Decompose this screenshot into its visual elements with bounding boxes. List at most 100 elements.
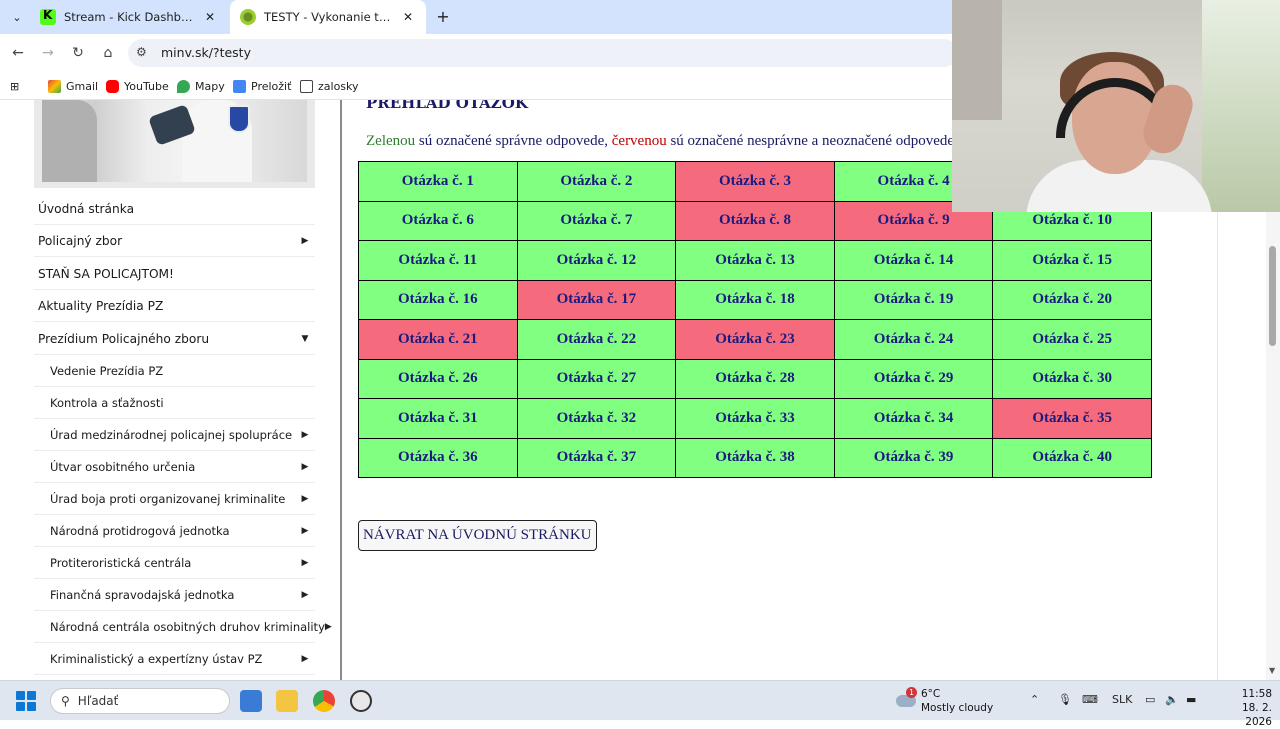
question-cell-2[interactable]: Otázka č. 2 bbox=[516, 161, 677, 202]
address-bar[interactable]: ⚙ minv.sk/?testy bbox=[128, 39, 958, 67]
back-arrow-icon[interactable]: ← bbox=[8, 43, 28, 63]
sidebar-item-narodna-centrala[interactable]: Národná centrála osobitných druhov krimi… bbox=[34, 611, 332, 643]
new-tab-plus-icon[interactable]: + bbox=[432, 6, 454, 28]
back-to-home-button[interactable]: NÁVRAT NA ÚVODNÚ STRÁNKU bbox=[358, 520, 597, 551]
question-cell-7[interactable]: Otázka č. 7 bbox=[516, 200, 677, 241]
question-cell-17[interactable]: Otázka č. 17 bbox=[516, 279, 677, 320]
taskbar-search[interactable]: ⚲ Hľadať bbox=[50, 688, 230, 714]
question-cell-38[interactable]: Otázka č. 38 bbox=[675, 437, 835, 478]
sidebar-item-kriminalisticky-ustav[interactable]: Kriminalistický a expertízny ústav PZ ▶ bbox=[34, 643, 315, 675]
question-cell-6[interactable]: Otázka č. 6 bbox=[358, 200, 518, 241]
bookmark-folder-zalosky[interactable]: zalosky bbox=[300, 77, 359, 95]
question-cell-28[interactable]: Otázka č. 28 bbox=[675, 358, 835, 399]
question-cell-33[interactable]: Otázka č. 33 bbox=[675, 398, 835, 439]
question-cell-24[interactable]: Otázka č. 24 bbox=[833, 319, 994, 360]
chrome-icon[interactable] bbox=[313, 690, 335, 712]
question-cell-30[interactable]: Otázka č. 30 bbox=[992, 358, 1152, 399]
caret-right-icon[interactable]: ▶ bbox=[295, 558, 315, 568]
sidebar-item-prezidium[interactable]: Prezídium Policajného zboru ▼ bbox=[34, 323, 315, 355]
question-cell-31[interactable]: Otázka č. 31 bbox=[358, 398, 518, 439]
scrollbar-thumb[interactable] bbox=[1269, 246, 1276, 346]
question-cell-20[interactable]: Otázka č. 20 bbox=[992, 279, 1152, 320]
microphone-icon[interactable]: 🎙 bbox=[1058, 693, 1072, 706]
sidebar-item-narodna-protidrogova[interactable]: Národná protidrogová jednotka ▶ bbox=[34, 515, 315, 547]
caret-right-icon[interactable]: ▶ bbox=[295, 236, 315, 246]
address-url[interactable]: minv.sk/?testy bbox=[161, 45, 251, 60]
question-cell-15[interactable]: Otázka č. 15 bbox=[992, 240, 1152, 281]
show-hidden-icons-chevron-icon[interactable]: ⌃ bbox=[1030, 693, 1039, 706]
caret-right-icon[interactable]: ▶ bbox=[295, 462, 315, 472]
sidebar-item-policajny-zbor[interactable]: Policajný zbor ▶ bbox=[34, 225, 315, 257]
caret-down-icon[interactable]: ▼ bbox=[295, 334, 315, 344]
youtube-icon bbox=[106, 79, 119, 93]
apps-grid-icon[interactable]: ⊞ bbox=[10, 77, 19, 95]
caret-right-icon[interactable]: ▶ bbox=[295, 430, 315, 440]
tab-search-chevron-icon[interactable]: ⌄ bbox=[6, 6, 28, 28]
site-info-icon[interactable]: ⚙ bbox=[136, 45, 147, 59]
caret-right-icon[interactable]: ▶ bbox=[295, 654, 315, 664]
question-cell-40[interactable]: Otázka č. 40 bbox=[992, 437, 1152, 478]
question-cell-1[interactable]: Otázka č. 1 bbox=[358, 161, 518, 202]
close-tab-icon[interactable]: ✕ bbox=[202, 10, 218, 24]
language-indicator[interactable]: SLK bbox=[1112, 693, 1132, 706]
question-cell-35[interactable]: Otázka č. 35 bbox=[992, 398, 1152, 439]
forward-arrow-icon[interactable]: → bbox=[38, 43, 58, 63]
questions-row: Otázka č. 26 Otázka č. 27 Otázka č. 28 Otáz… bbox=[358, 358, 1152, 399]
question-cell-29[interactable]: Otázka č. 29 bbox=[833, 358, 994, 399]
question-cell-16[interactable]: Otázka č. 16 bbox=[358, 279, 518, 320]
caret-right-icon[interactable]: ▶ bbox=[295, 526, 315, 536]
question-cell-8[interactable]: Otázka č. 8 bbox=[675, 200, 835, 241]
bookmark-prelozit[interactable]: Preložiť bbox=[233, 77, 291, 95]
volume-icon[interactable]: 🔈 bbox=[1165, 693, 1179, 706]
question-cell-13[interactable]: Otázka č. 13 bbox=[675, 240, 835, 281]
question-cell-14[interactable]: Otázka č. 14 bbox=[833, 240, 994, 281]
close-tab-icon[interactable]: ✕ bbox=[400, 10, 416, 24]
sidebar-item-kontrola[interactable]: Kontrola a sťažnosti bbox=[34, 387, 315, 419]
question-cell-11[interactable]: Otázka č. 11 bbox=[358, 240, 518, 281]
question-cell-21[interactable]: Otázka č. 21 bbox=[358, 319, 518, 360]
question-cell-27[interactable]: Otázka č. 27 bbox=[516, 358, 677, 399]
question-cell-34[interactable]: Otázka č. 34 bbox=[833, 398, 994, 439]
question-cell-22[interactable]: Otázka č. 22 bbox=[516, 319, 677, 360]
tab-testy[interactable]: TESTY - Vykonanie teoretickej skúšky ✕ bbox=[230, 0, 426, 34]
scroll-down-arrow-icon[interactable]: ▼ bbox=[1269, 666, 1275, 675]
bookmark-gmail[interactable]: Gmail bbox=[48, 77, 98, 95]
question-cell-12[interactable]: Otázka č. 12 bbox=[516, 240, 677, 281]
network-icon[interactable]: ▭ bbox=[1145, 693, 1155, 706]
sidebar-item-vedenie[interactable]: Vedenie Prezídia PZ bbox=[34, 355, 315, 387]
question-cell-19[interactable]: Otázka č. 19 bbox=[833, 279, 994, 320]
question-cell-37[interactable]: Otázka č. 37 bbox=[516, 437, 677, 478]
file-explorer-icon[interactable] bbox=[276, 690, 298, 712]
keyboard-icon[interactable]: ⌨ bbox=[1082, 693, 1098, 706]
bookmark-youtube[interactable]: YouTube bbox=[106, 77, 169, 95]
question-cell-25[interactable]: Otázka č. 25 bbox=[992, 319, 1152, 360]
obs-icon[interactable] bbox=[350, 690, 372, 712]
sidebar-item-urad-boja[interactable]: Úrad boja proti organizovanej kriminalit… bbox=[34, 483, 315, 515]
caret-right-icon[interactable]: ▶ bbox=[295, 494, 315, 504]
sidebar-item-urad-medzinarodnej[interactable]: Úrad medzinárodnej policajnej spolupráce… bbox=[34, 419, 315, 451]
sidebar-item-utvar-osobitneho[interactable]: Útvar osobitného určenia ▶ bbox=[34, 451, 315, 483]
caret-right-icon[interactable]: ▶ bbox=[325, 622, 332, 632]
question-cell-3[interactable]: Otázka č. 3 bbox=[675, 161, 835, 202]
sidebar-item-financna[interactable]: Finančná spravodajská jednotka ▶ bbox=[34, 579, 315, 611]
weather-widget[interactable]: 1 6°C Mostly cloudy bbox=[894, 685, 1004, 717]
caret-right-icon[interactable]: ▶ bbox=[295, 590, 315, 600]
sidebar-item-aktuality[interactable]: Aktuality Prezídia PZ bbox=[34, 290, 315, 322]
sidebar-item-stan-sa-policajtom[interactable]: STAŇ SA POLICAJTOM! bbox=[34, 258, 315, 290]
home-icon[interactable]: ⌂ bbox=[98, 43, 118, 63]
store-icon[interactable] bbox=[240, 690, 262, 712]
question-cell-18[interactable]: Otázka č. 18 bbox=[675, 279, 835, 320]
tab-kick-dashboard[interactable]: Stream - Kick Dashboard ✕ bbox=[30, 0, 228, 34]
battery-icon[interactable]: ▬ bbox=[1186, 693, 1196, 706]
question-cell-39[interactable]: Otázka č. 39 bbox=[833, 437, 994, 478]
question-cell-23[interactable]: Otázka č. 23 bbox=[675, 319, 835, 360]
question-cell-36[interactable]: Otázka č. 36 bbox=[358, 437, 518, 478]
question-cell-26[interactable]: Otázka č. 26 bbox=[358, 358, 518, 399]
system-clock[interactable]: 11:58 18. 2. 2026 bbox=[1212, 687, 1272, 729]
bookmark-mapy[interactable]: Mapy bbox=[177, 77, 225, 95]
reload-icon[interactable]: ↻ bbox=[68, 43, 88, 63]
sidebar-item-protiteroristicka[interactable]: Protiteroristická centrála ▶ bbox=[34, 547, 315, 579]
windows-start-icon[interactable] bbox=[16, 691, 36, 711]
sidebar-item-uvodna-stranka[interactable]: Úvodná stránka bbox=[34, 193, 315, 225]
question-cell-32[interactable]: Otázka č. 32 bbox=[516, 398, 677, 439]
